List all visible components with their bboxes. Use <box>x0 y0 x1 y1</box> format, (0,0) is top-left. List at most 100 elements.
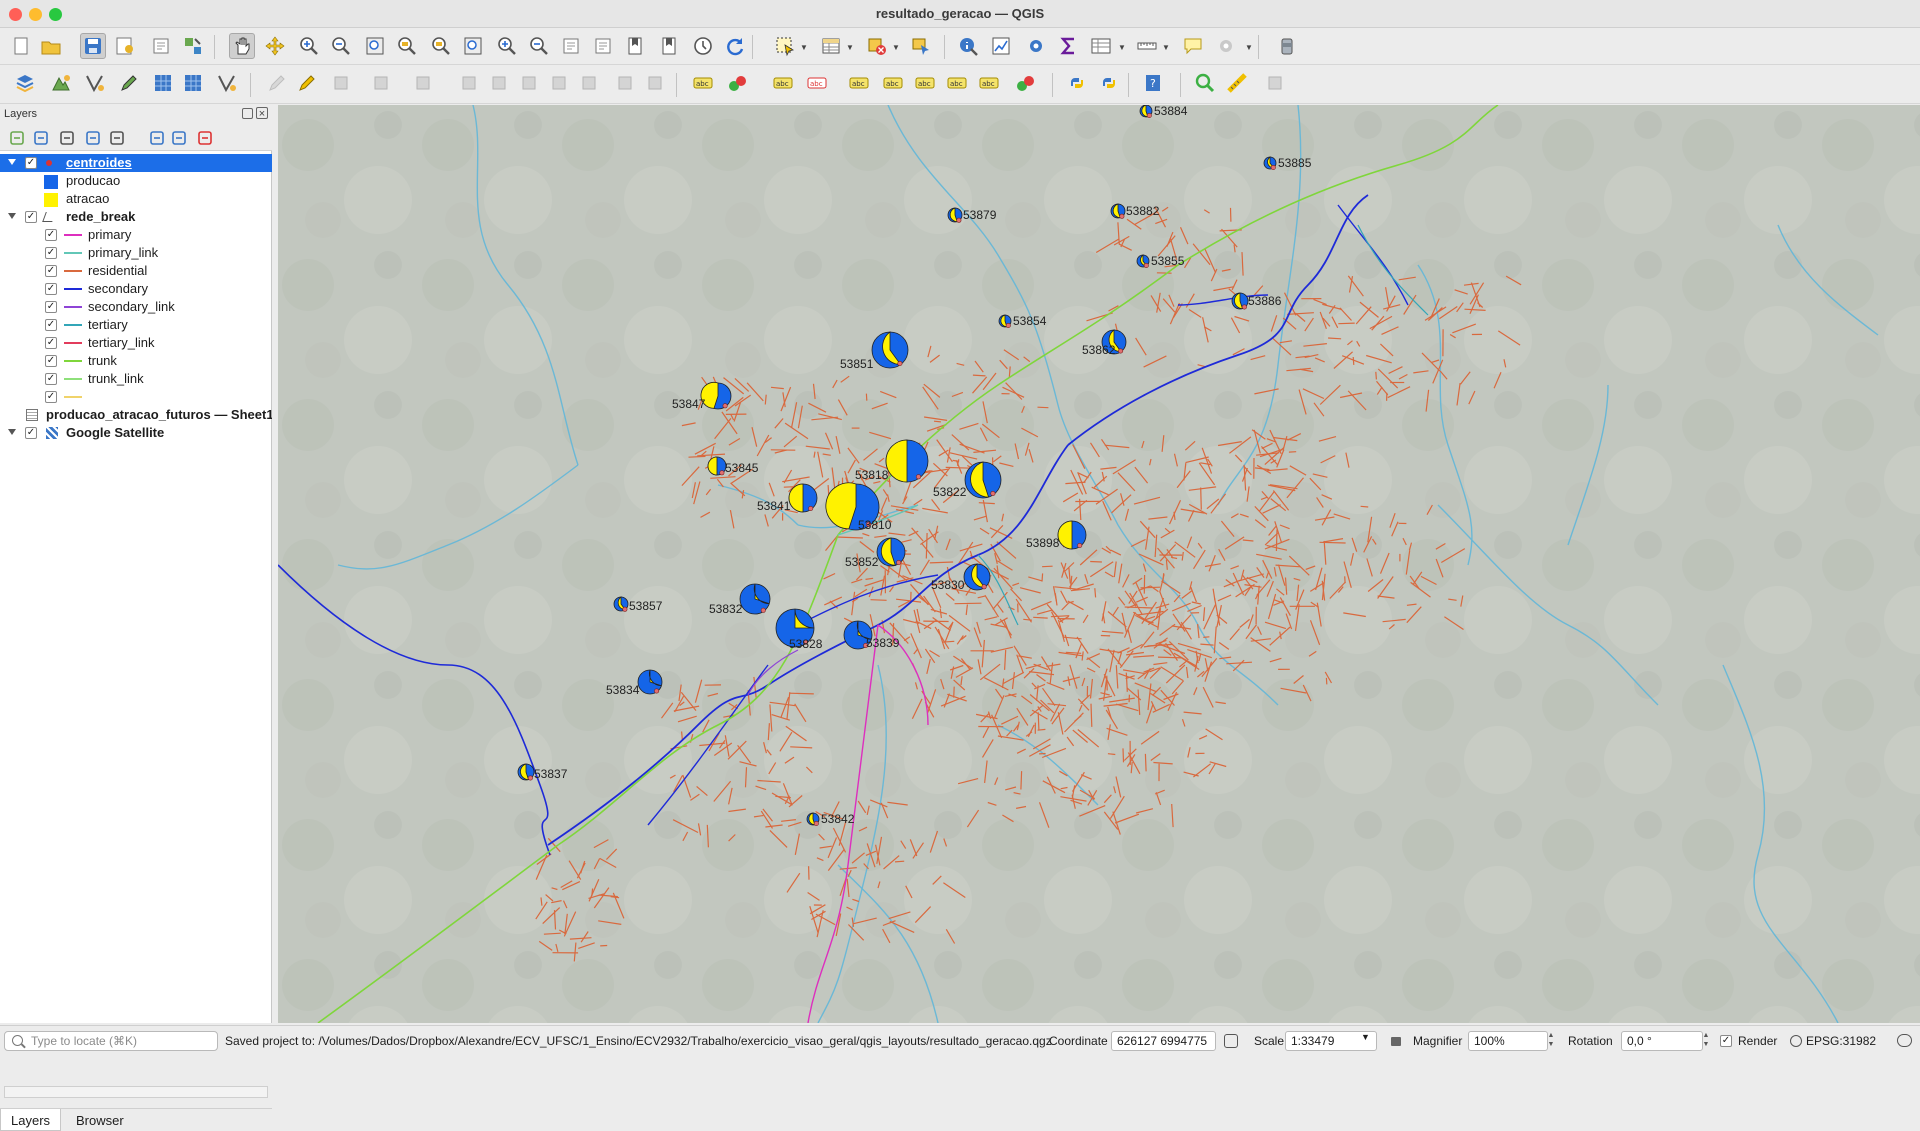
legend-item[interactable]: ✓secondary_link <box>0 298 272 316</box>
legend-item[interactable]: atracao <box>0 190 272 208</box>
legend-item[interactable]: ✓trunk_link <box>0 370 272 388</box>
add-spatialite-icon[interactable] <box>214 70 240 96</box>
new-3d-view-icon[interactable] <box>590 33 616 59</box>
zoom-to-layer-icon[interactable] <box>428 33 454 59</box>
zoom-native-icon[interactable] <box>460 33 486 59</box>
legend-item[interactable]: producao <box>0 172 272 190</box>
legend-item[interactable]: ✓primary <box>0 226 272 244</box>
modify-attributes-icon[interactable] <box>456 70 482 96</box>
magnifier-spinner[interactable]: ▲▼ <box>1545 1031 1557 1051</box>
rotate-label-icon[interactable]: abc <box>944 70 970 96</box>
new-project-icon[interactable] <box>8 33 34 59</box>
save-edits-icon[interactable] <box>328 70 354 96</box>
legend-item[interactable]: ✓trunk <box>0 352 272 370</box>
legend-item[interactable]: ✓primary_link <box>0 244 272 262</box>
map-canvas[interactable]: 5388453885538795388253855538865385453862… <box>278 105 1920 1023</box>
legend-item-checkbox[interactable]: ✓ <box>45 283 57 295</box>
open-attribute-table-icon[interactable] <box>818 33 844 59</box>
pan-map-icon[interactable] <box>229 33 255 59</box>
dropdown-arrow-icon[interactable]: ▼ <box>800 43 808 52</box>
add-delimited-text-icon[interactable] <box>116 70 142 96</box>
legend-item[interactable]: ✓secondary <box>0 280 272 298</box>
lock-scale-icon[interactable] <box>1391 1037 1401 1046</box>
horizontal-scrollbar[interactable] <box>4 1086 268 1098</box>
attribute-table-icon[interactable] <box>1088 33 1114 59</box>
manage-visibility-icon[interactable] <box>58 129 76 147</box>
layer-row-producao-atracao-futuros[interactable]: producao_atracao_futuros — Sheet1 <box>0 406 272 424</box>
refresh-icon[interactable] <box>722 33 748 59</box>
statistics-icon[interactable] <box>988 33 1014 59</box>
render-checkbox[interactable]: ✓ <box>1720 1035 1732 1047</box>
dropdown-arrow-icon[interactable]: ▼ <box>1118 43 1126 52</box>
change-label-icon[interactable]: abc <box>976 70 1002 96</box>
add-virtual-layer-icon[interactable] <box>82 70 108 96</box>
highlight-label-icon[interactable]: abc <box>770 70 796 96</box>
snapping-icon[interactable] <box>1012 70 1038 96</box>
processing-toolbox-icon[interactable] <box>1023 33 1049 59</box>
layer-visibility-checkbox[interactable]: ✓ <box>25 427 37 439</box>
print-layout-icon[interactable] <box>148 33 174 59</box>
legend-item-checkbox[interactable]: ✓ <box>45 229 57 241</box>
undo-icon[interactable] <box>612 70 638 96</box>
layer-visibility-checkbox[interactable]: ✓ <box>25 157 37 169</box>
toggle-editing-icon[interactable] <box>294 70 320 96</box>
magnifier-field[interactable]: 100% <box>1468 1031 1548 1051</box>
pan-to-selection-icon[interactable] <box>262 33 288 59</box>
cut-features-icon[interactable] <box>516 70 542 96</box>
dropdown-arrow-icon[interactable]: ▼ <box>892 43 900 52</box>
filter-expression-icon[interactable] <box>108 129 126 147</box>
rule-label-icon[interactable]: abc <box>804 70 830 96</box>
tab-browser[interactable]: Browser <box>66 1109 134 1131</box>
legend-item[interactable]: ✓residential <box>0 262 272 280</box>
remove-layer-icon[interactable] <box>196 129 214 147</box>
legend-item-checkbox[interactable]: ✓ <box>45 265 57 277</box>
add-group-icon[interactable] <box>32 129 50 147</box>
zoom-next-icon[interactable] <box>526 33 552 59</box>
legend-item-checkbox[interactable]: ✓ <box>45 373 57 385</box>
add-point-icon[interactable] <box>368 70 394 96</box>
filter-legend-icon[interactable] <box>84 129 102 147</box>
georeferencer-icon[interactable] <box>1274 33 1300 59</box>
add-wms-icon[interactable] <box>150 70 176 96</box>
crs-globe-icon[interactable] <box>1790 1035 1802 1047</box>
zoom-out-icon[interactable] <box>328 33 354 59</box>
legend-item-checkbox[interactable]: ✓ <box>45 247 57 259</box>
close-panel-icon[interactable]: × <box>256 107 268 119</box>
paste-features-icon[interactable] <box>576 70 602 96</box>
move-label-icon[interactable]: abc <box>912 70 938 96</box>
new-bookmark-icon[interactable] <box>622 33 648 59</box>
coordinate-toggle-icon[interactable] <box>1224 1034 1238 1048</box>
expand-all-icon[interactable] <box>148 129 166 147</box>
legend-item[interactable]: ✓tertiary <box>0 316 272 334</box>
measure-line-icon[interactable] <box>1134 33 1160 59</box>
delete-selected-icon[interactable] <box>486 70 512 96</box>
show-label-icon[interactable]: abc <box>880 70 906 96</box>
collapse-all-icon[interactable] <box>170 129 188 147</box>
save-as-icon[interactable] <box>112 33 138 59</box>
style-panel-icon[interactable] <box>8 129 26 147</box>
legend-item[interactable]: ✓tertiary_link <box>0 334 272 352</box>
redo-icon[interactable] <box>642 70 668 96</box>
coordinate-field[interactable]: 626127 6994775 <box>1111 1031 1216 1051</box>
messages-icon[interactable] <box>1897 1034 1912 1047</box>
scale-dropdown-icon[interactable]: ▼ <box>1361 1032 1370 1042</box>
python-console-icon[interactable] <box>1064 70 1090 96</box>
layer-visibility-checkbox[interactable]: ✓ <box>25 211 37 223</box>
save-project-icon[interactable] <box>80 33 106 59</box>
legend-item-checkbox[interactable]: ✓ <box>45 301 57 313</box>
field-calculator-icon[interactable] <box>1056 33 1082 59</box>
new-map-view-icon[interactable] <box>558 33 584 59</box>
dropdown-arrow-icon[interactable]: ▼ <box>1162 43 1170 52</box>
layer-row-centroides[interactable]: ✓centroides <box>0 154 272 172</box>
copy-features-icon[interactable] <box>546 70 572 96</box>
style-manager-icon[interactable] <box>180 33 206 59</box>
vertex-tool-icon[interactable] <box>410 70 436 96</box>
rotation-spinner[interactable]: ▲▼ <box>1700 1031 1712 1051</box>
map-tips-icon[interactable] <box>1180 33 1206 59</box>
float-panel-icon[interactable] <box>242 108 253 119</box>
zoom-full-icon[interactable] <box>362 33 388 59</box>
dropdown-arrow-icon[interactable]: ▼ <box>1245 43 1253 52</box>
pin-label-icon[interactable]: abc <box>846 70 872 96</box>
add-vector-layer-icon[interactable] <box>48 70 74 96</box>
quick-search-icon[interactable] <box>1192 70 1218 96</box>
